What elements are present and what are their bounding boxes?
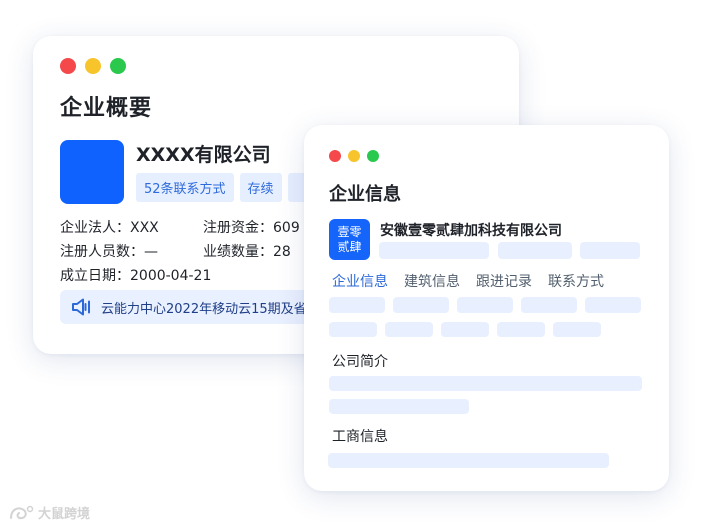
skeleton-bar: [497, 322, 545, 337]
skeleton-bar: [393, 297, 449, 313]
skeleton-bar: [328, 453, 609, 468]
company-tags: 52条联系方式 存续: [136, 173, 312, 202]
section-business-info: 工商信息: [332, 429, 388, 445]
tab-company-info[interactable]: 企业信息: [332, 271, 388, 291]
minimize-dot-icon[interactable]: [348, 150, 360, 162]
watermark: 大鼠跨境: [8, 503, 90, 522]
skeleton-bar: [457, 297, 513, 313]
close-dot-icon[interactable]: [329, 150, 341, 162]
skeleton-bar: [329, 376, 642, 391]
company-logo: 壹零 贰肆: [329, 219, 370, 260]
maximize-dot-icon[interactable]: [367, 150, 379, 162]
tab-follow-up[interactable]: 跟进记录: [476, 271, 532, 291]
tab-building-info[interactable]: 建筑信息: [404, 271, 460, 291]
registered-capital: 注册资金：609: [203, 220, 300, 236]
logo-text-line2: 贰肆: [337, 239, 362, 254]
window-controls: [329, 150, 379, 162]
logo-text-line1: 壹零: [337, 224, 362, 239]
card-title: 企业信息: [329, 184, 401, 205]
close-dot-icon[interactable]: [60, 58, 76, 74]
legal-person: 企业法人：XXX: [60, 220, 159, 236]
skeleton-bar: [441, 322, 489, 337]
skeleton-bar: [329, 297, 385, 313]
watermark-text: 大鼠跨境: [38, 507, 91, 522]
watermark-logo-icon: [10, 505, 34, 519]
card-title: 企业概要: [60, 96, 153, 121]
company-name: 安徽壹零贰肆加科技有限公司: [380, 223, 562, 239]
maximize-dot-icon[interactable]: [110, 58, 126, 74]
tab-contacts[interactable]: 联系方式: [548, 271, 604, 291]
skeleton-bar: [329, 322, 377, 337]
skeleton-bar: [553, 322, 601, 337]
notice-text: 云能力中心2022年移动云15期及省: [101, 301, 307, 317]
contacts-tag[interactable]: 52条联系方式: [136, 173, 234, 202]
skeleton-bar: [521, 297, 577, 313]
info-tabs: 企业信息 建筑信息 跟进记录 联系方式: [332, 271, 604, 291]
company-logo: [60, 140, 124, 204]
section-company-intro: 公司简介: [332, 354, 388, 370]
window-controls: [60, 58, 126, 74]
status-tag: 存续: [239, 173, 282, 202]
founded-date: 成立日期：2000-04-21: [60, 268, 212, 284]
skeleton-bar: [580, 242, 640, 259]
skeleton-bar: [379, 242, 489, 259]
company-name: XXXX有限公司: [136, 144, 271, 166]
staff-count: 注册人员数：—: [60, 244, 158, 260]
minimize-dot-icon[interactable]: [85, 58, 101, 74]
skeleton-bar: [385, 322, 433, 337]
speaker-icon: [72, 298, 90, 316]
skeleton-bar: [498, 242, 572, 259]
company-info-card: 企业信息 壹零 贰肆 安徽壹零贰肆加科技有限公司 企业信息 建筑信息 跟进记录 …: [304, 125, 669, 491]
performance-count: 业绩数量：28: [203, 244, 291, 260]
skeleton-bar: [329, 399, 469, 414]
skeleton-bar: [585, 297, 641, 313]
